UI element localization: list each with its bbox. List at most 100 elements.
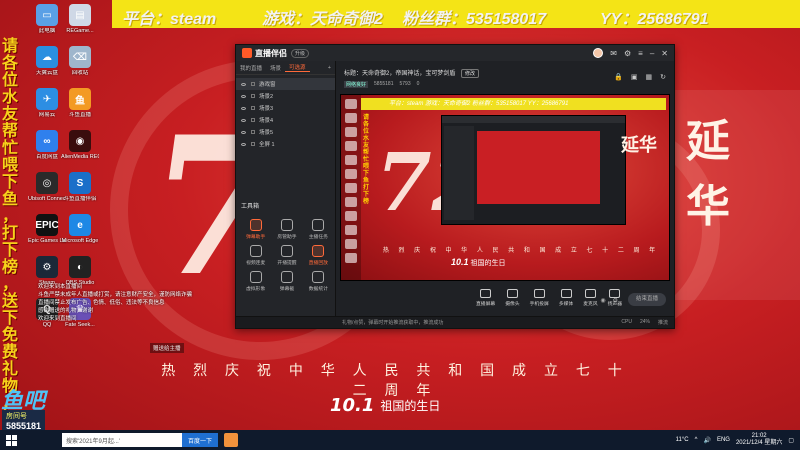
wallpaper-date-number: 10.1 (330, 395, 375, 416)
lock-icon[interactable] (251, 142, 255, 146)
lock-icon[interactable] (251, 118, 255, 122)
app-logo-icon (242, 48, 252, 58)
tool-button[interactable]: 房管助手 (271, 219, 302, 240)
mail-icon[interactable]: ✉ (610, 49, 617, 58)
source-control-button[interactable]: 多媒体 (559, 289, 573, 307)
menu-icon[interactable]: ≡ (638, 49, 643, 58)
tool-icon (312, 271, 325, 283)
record-icon[interactable]: ◉ (600, 297, 605, 304)
stream-overlay-banner: 平台：steam 游戏：天命奇御2 粉丝群：535158017 YY：25686… (112, 0, 800, 28)
taskbar: 搜索'2021年9月起...' 百度一下 11°C ^ 🔊 ENG 21:02 … (0, 430, 800, 450)
tab-my-stream[interactable]: 我的直播 (236, 64, 266, 72)
desktop-icon-glyph-icon: ◐ (69, 256, 91, 278)
search-button[interactable]: 百度一下 (182, 433, 219, 447)
desktop-icon-label: 斗鱼直播 (68, 112, 91, 118)
tool-button[interactable]: 视频连麦 (240, 245, 271, 266)
desktop-icon-label: REGame... (66, 28, 94, 34)
scene-item[interactable]: 全屏 1 (236, 138, 335, 150)
lock-icon[interactable] (251, 130, 255, 134)
scene-item[interactable]: 游戏窗 (236, 78, 335, 90)
chat-line: 欢迎来到直播间 (38, 316, 77, 322)
preview-slogan: 热 烈 庆 祝 中 华 人 民 共 和 国 成 立 七 十 二 周 年 (382, 248, 660, 254)
eye-icon[interactable] (241, 94, 246, 98)
desktop-icon[interactable]: e Microsoft Edge (61, 214, 99, 244)
start-button[interactable] (0, 430, 22, 450)
lock-icon[interactable] (251, 82, 255, 86)
chevron-up-icon[interactable]: ^ (695, 437, 698, 443)
small-controls: ◉ ⚙ (600, 297, 618, 304)
desktop-icon-label: 斗鱼直播伴侣 (63, 196, 97, 202)
gift-stat: 0 (416, 81, 420, 87)
room-id-badge: 房间号 5855181 (2, 410, 46, 432)
overlay-vertical-char: 打 (1, 225, 18, 242)
scene-item[interactable]: 场景5 (236, 126, 335, 138)
avatar[interactable] (593, 48, 604, 58)
tool-label: 房管助手 (277, 235, 297, 240)
lock-icon[interactable] (251, 94, 255, 98)
preview-nested-window (441, 115, 626, 225)
eye-icon[interactable] (241, 106, 246, 110)
scene-item[interactable]: 场景2 (236, 90, 335, 102)
desktop-icon[interactable]: ◉ AlienMedia RECentral (61, 130, 99, 160)
scene-label: 场景5 (259, 130, 274, 136)
tool-button[interactable]: 弹幕助手 (240, 219, 271, 240)
source-control-button[interactable]: 麦克风 (583, 289, 598, 307)
room-stat: 5855181 (374, 81, 394, 87)
desktop-icon[interactable]: S 斗鱼直播伴侣 (61, 172, 99, 202)
toolbox-heading: 工具箱 (241, 204, 260, 210)
upgrade-badge[interactable]: 升级 (291, 48, 310, 58)
desktop-icon[interactable]: ⌫ 回收站 (61, 46, 99, 76)
taskbar-app-icon[interactable] (224, 433, 239, 447)
tab-sources[interactable]: 可选源 (285, 63, 310, 72)
tool-button[interactable]: 数据统计 (303, 271, 334, 292)
streaming-app-window[interactable]: 直播伴侣 升级 ✉ ⚙ ≡ – ✕ 我的直播 场景 可选源 + 游戏窗 场景2 场景… (235, 44, 675, 329)
window-titlebar[interactable]: 直播伴侣 升级 ✉ ⚙ ≡ – ✕ (236, 45, 674, 61)
stream-preview[interactable]: 平台：steam 游戏：天命奇御2 粉丝群：535158017 YY：25686… (340, 94, 670, 281)
desktop-icon-glyph-icon: 鱼 (69, 88, 91, 110)
tool-button[interactable]: 虚拟形象 (240, 271, 271, 292)
search-input[interactable]: 搜索'2021年9月起...' (62, 433, 182, 447)
eye-icon[interactable] (241, 130, 246, 134)
tool-button[interactable]: 主播任务 (303, 219, 334, 240)
tab-scenes[interactable]: 场景 (266, 64, 285, 72)
end-live-button[interactable]: 结束直播 (628, 293, 666, 306)
edit-title-button[interactable]: 修改 (461, 69, 480, 78)
overlay-vertical-char: 下 (1, 174, 18, 191)
preview-vertical-text: 请各位水友帮忙喂下鱼打下榜 (363, 115, 370, 205)
lock-icon[interactable] (251, 106, 255, 110)
wallpaper-slogan: 热 烈 庆 祝 中 华 人 民 共 和 国 成 立 七 十 二 周 年 (161, 362, 629, 398)
language-indicator[interactable]: ENG (717, 437, 730, 443)
clock[interactable]: 21:02 2021/12/4 星期六 (736, 433, 782, 447)
desktop-icon[interactable]: ▤ REGame... (61, 4, 99, 34)
stream-title-text: 标题：天命奇御2，帝国神话，宝可梦剑盾 (344, 71, 456, 77)
main-area: 标题：天命奇御2，帝国神话，宝可梦剑盾 修改 网络良好 5855181 5793… (336, 61, 674, 328)
weather-temp[interactable]: 11°C (676, 437, 689, 443)
status-bar: 礼物/点赞，弹幕时开始推流获取中，推流成功 CPU 24% 推流 (336, 316, 674, 328)
refresh-icon[interactable]: ↻ (660, 73, 666, 81)
gear-icon[interactable]: ⚙ (613, 297, 618, 304)
clock-time: 21:02 (751, 433, 767, 439)
desktop-icon[interactable]: 鱼斗鱼直播 (61, 88, 99, 118)
source-control-button[interactable]: 直播屏幕 (476, 289, 495, 307)
viewer-stat: 5793 (399, 81, 411, 87)
eye-icon[interactable] (241, 82, 246, 86)
eye-icon[interactable] (241, 118, 246, 122)
notification-icon[interactable]: ▢ (788, 437, 794, 444)
tool-button[interactable]: 直播回放 (303, 245, 334, 266)
lock-icon[interactable]: 🔒 (614, 73, 623, 81)
minimize-icon[interactable]: – (650, 49, 654, 58)
source-control-button[interactable]: 手机投屏 (530, 289, 549, 307)
grid-icon[interactable]: ▦ (646, 73, 653, 81)
close-icon[interactable]: ✕ (661, 49, 668, 58)
add-tab-icon[interactable]: + (324, 65, 335, 71)
scene-item[interactable]: 场景4 (236, 114, 335, 126)
volume-icon[interactable]: 🔊 (703, 437, 710, 444)
tool-button[interactable]: 弹幕截 (271, 271, 302, 292)
scene-item[interactable]: 场景3 (236, 102, 335, 114)
source-control-button[interactable]: 摄像头 (505, 289, 520, 307)
desktop-icon[interactable]: ◐ OBS Studio (61, 256, 99, 286)
tool-button[interactable]: 开播提醒 (271, 245, 302, 266)
camera-icon[interactable]: ▣ (631, 73, 638, 81)
settings-icon[interactable]: ⚙ (624, 49, 631, 58)
eye-icon[interactable] (241, 142, 246, 146)
